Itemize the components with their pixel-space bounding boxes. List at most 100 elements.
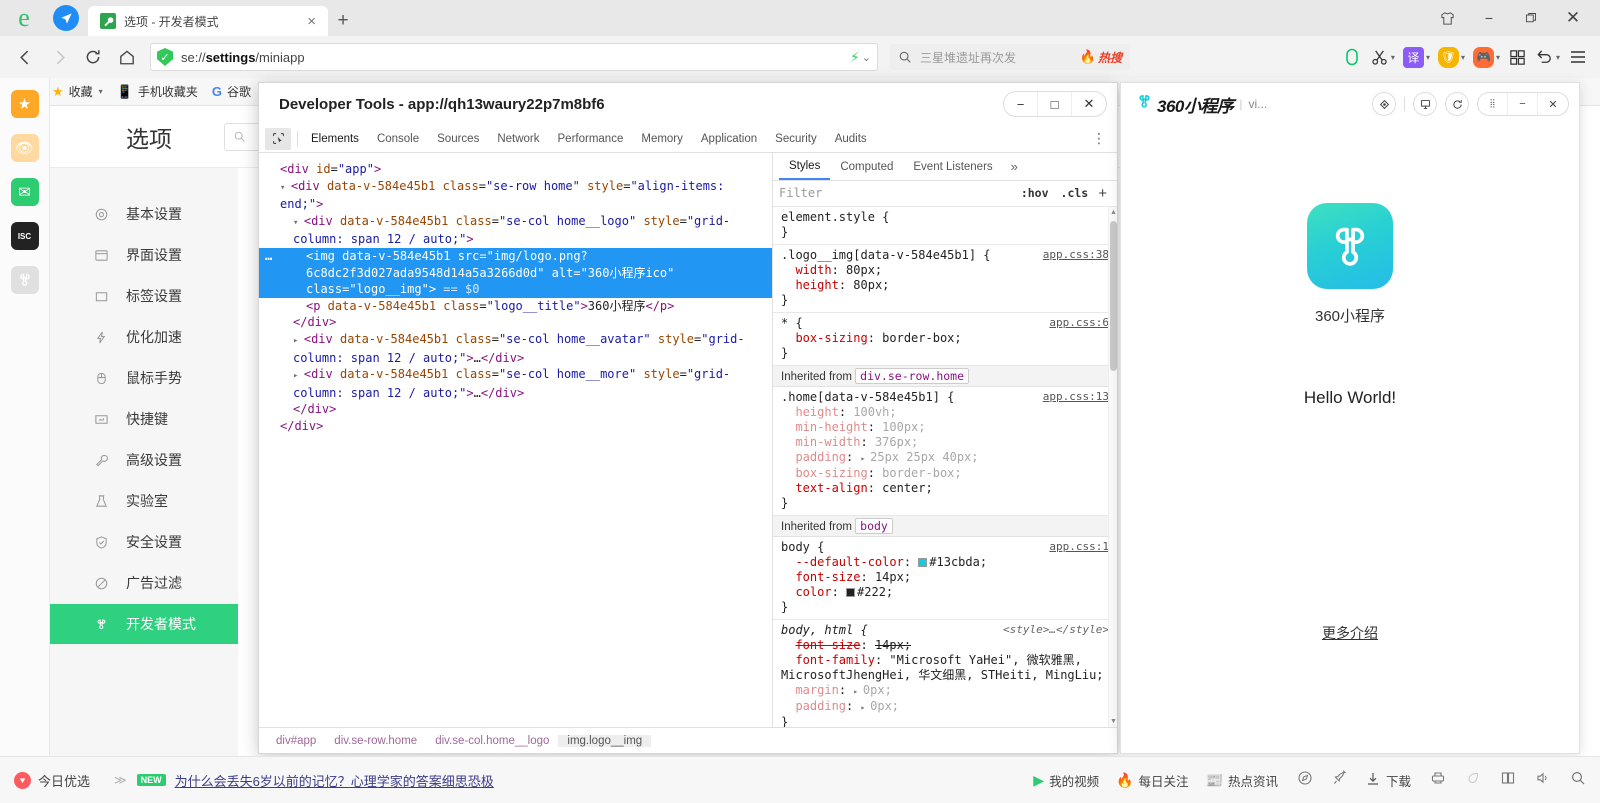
breadcrumb-item-app[interactable]: div#app: [267, 735, 325, 747]
scroll-up-arrow[interactable]: ▲: [1110, 209, 1117, 216]
search-icon[interactable]: [1570, 770, 1586, 790]
css-rule[interactable]: app.css:13.home[data-v-584e45b1] { heigh…: [773, 387, 1117, 516]
dom-node[interactable]: ▸ <div data-v-584e45b1 class="se-col hom…: [259, 331, 772, 366]
inherited-from-selector[interactable]: div.se-row.home: [855, 368, 969, 384]
device-icon[interactable]: [1413, 92, 1437, 116]
undo-icon[interactable]: ▾: [1531, 48, 1564, 67]
css-declaration[interactable]: text-align: center;: [781, 481, 1109, 496]
sidebar-item-advanced[interactable]: 高级设置: [50, 440, 238, 480]
dom-node-selected[interactable]: …<img data-v-584e45b1 src="img/logo.png?…: [259, 248, 772, 298]
css-declaration[interactable]: box-sizing: border-box;: [781, 466, 1109, 481]
cls-toggle[interactable]: .cls: [1055, 186, 1095, 200]
dom-node[interactable]: </div>: [259, 401, 772, 418]
dom-node[interactable]: <p data-v-584e45b1 class="logo__title">3…: [259, 298, 772, 315]
forward-button[interactable]: [42, 40, 76, 74]
navigator-icon[interactable]: [48, 0, 84, 36]
book-icon[interactable]: [1500, 770, 1516, 790]
reload-button[interactable]: [76, 40, 110, 74]
tab-close-icon[interactable]: ×: [303, 14, 320, 29]
miniapp-more-link[interactable]: 更多介绍: [1322, 623, 1378, 643]
hot-search-badge[interactable]: 🔥 热搜: [1080, 49, 1122, 66]
css-rule[interactable]: element.style {}: [773, 207, 1117, 245]
download-item[interactable]: 下载: [1365, 771, 1411, 790]
dom-node[interactable]: <div id="app">: [259, 161, 772, 178]
css-rule[interactable]: <style>…</style>body, html { font-size: …: [773, 620, 1117, 727]
dom-node[interactable]: </div>: [259, 418, 772, 435]
capsule-icon[interactable]: [1338, 47, 1366, 67]
maximize-button[interactable]: [1510, 3, 1552, 33]
css-declaration[interactable]: margin: ▸ 0px;: [781, 683, 1109, 699]
tab-sources[interactable]: Sources: [428, 126, 488, 152]
more-dots-icon[interactable]: ⦙⦙: [1478, 92, 1508, 116]
styles-more-icon[interactable]: »: [1003, 159, 1026, 174]
eco-icon[interactable]: [1465, 770, 1481, 790]
css-rule[interactable]: app.css:1body { --default-color: #13cbda…: [773, 537, 1117, 620]
scissors-icon[interactable]: ▾: [1366, 48, 1399, 67]
chevron-down-icon[interactable]: ▾: [99, 87, 103, 96]
my-video-item[interactable]: ▶ 我的视频: [1033, 771, 1099, 790]
devtools-close-button[interactable]: ✕: [1072, 91, 1106, 117]
tab-computed[interactable]: Computed: [830, 153, 903, 180]
sidebar-item-basic[interactable]: 基本设置: [50, 194, 238, 234]
sidebar-item-lab[interactable]: 实验室: [50, 481, 238, 521]
dom-expand-arrow[interactable]: ▾: [280, 183, 291, 193]
expand-chevron-icon[interactable]: ≫: [114, 773, 127, 787]
css-declaration[interactable]: color: #222;: [781, 585, 1109, 600]
dom-node[interactable]: </div>: [259, 314, 772, 331]
css-declaration[interactable]: height: 80px;: [781, 278, 1109, 293]
cursor-select-icon[interactable]: [265, 128, 291, 150]
address-bar[interactable]: ✓ se://settings/miniapp ⚡ ⌄: [150, 43, 878, 71]
weibo-icon[interactable]: 👁: [11, 134, 39, 162]
search-box[interactable]: 三星堆遗址再次发 🔥 热搜: [890, 44, 1130, 70]
sidebar-item-mouse[interactable]: 鼠标手势: [50, 358, 238, 398]
tab-network[interactable]: Network: [488, 126, 548, 152]
breadcrumb-item-home-logo[interactable]: div.se-col.home__logo: [426, 735, 558, 747]
css-source-link[interactable]: app.css:6: [1049, 316, 1109, 329]
css-rule[interactable]: app.css:6* { box-sizing: border-box;}: [773, 313, 1117, 366]
dom-expand-arrow[interactable]: ▸: [293, 371, 304, 381]
isc-icon[interactable]: ISC: [11, 222, 39, 250]
bookmark-favorites[interactable]: ★ 收藏 ▾: [52, 83, 103, 100]
printer-icon[interactable]: [1430, 770, 1446, 790]
breadcrumb-item-se-row-home[interactable]: div.se-row.home: [325, 735, 426, 747]
daily-follow-item[interactable]: 🔥 每日关注: [1116, 771, 1188, 790]
tab-elements[interactable]: Elements: [302, 126, 368, 152]
sidebar-item-developer-mode[interactable]: 开发者模式: [50, 604, 238, 644]
hot-news-item[interactable]: 📰 热点资讯: [1206, 771, 1278, 790]
ie-mode-icon[interactable]: e: [0, 0, 48, 36]
back-button[interactable]: [8, 40, 42, 74]
shirt-icon[interactable]: [1426, 3, 1468, 33]
miniapp-icon[interactable]: [11, 266, 39, 294]
css-source-link[interactable]: app.css:1: [1049, 540, 1109, 553]
bookmark-google[interactable]: G 谷歌: [212, 83, 251, 100]
dom-node[interactable]: ▸ <div data-v-584e45b1 class="se-col hom…: [259, 366, 772, 401]
menu-icon[interactable]: [1564, 47, 1592, 67]
css-declaration[interactable]: padding: ▸ 0px;: [781, 699, 1109, 715]
css-rule[interactable]: app.css:38.logo__img[data-v-584e45b1] { …: [773, 245, 1117, 313]
css-declaration[interactable]: height: 100vh;: [781, 405, 1109, 420]
dom-node[interactable]: ▾ <div data-v-584e45b1 class="se-col hom…: [259, 213, 772, 248]
tab-security[interactable]: Security: [766, 126, 826, 152]
css-declaration[interactable]: min-width: 376px;: [781, 435, 1109, 450]
tab-audits[interactable]: Audits: [826, 126, 876, 152]
tab-application[interactable]: Application: [692, 126, 766, 152]
css-source-link[interactable]: app.css:13: [1043, 390, 1109, 403]
expand-triangle-icon[interactable]: ▸: [860, 454, 870, 463]
compass-icon[interactable]: [1297, 770, 1313, 790]
sidebar-item-optimize[interactable]: 优化加速: [50, 317, 238, 357]
styles-scrollbar[interactable]: ▲ ▼: [1108, 207, 1117, 727]
dom-node[interactable]: ▾ <div data-v-584e45b1 class="se-row hom…: [259, 178, 772, 213]
mail-icon[interactable]: ✉: [11, 178, 39, 206]
sidebar-item-tabs[interactable]: 标签设置: [50, 276, 238, 316]
speed-bolt-icon[interactable]: ⚡: [850, 49, 860, 66]
dom-expand-arrow[interactable]: ▸: [293, 336, 304, 346]
css-declaration[interactable]: font-size: 14px;: [781, 638, 1109, 653]
breadcrumb-item-logo-img[interactable]: img.logo__img: [558, 735, 651, 747]
devtools-minimize-button[interactable]: −: [1004, 91, 1038, 117]
search-input[interactable]: 三星堆遗址再次发: [920, 49, 1074, 66]
close-button[interactable]: ✕: [1552, 3, 1594, 33]
css-selector[interactable]: element.style {: [781, 210, 1109, 225]
translate-icon[interactable]: 译 ▾: [1399, 47, 1434, 68]
css-declaration[interactable]: padding: ▸ 25px 25px 40px;: [781, 450, 1109, 466]
tab-event-listeners[interactable]: Event Listeners: [903, 153, 1002, 180]
